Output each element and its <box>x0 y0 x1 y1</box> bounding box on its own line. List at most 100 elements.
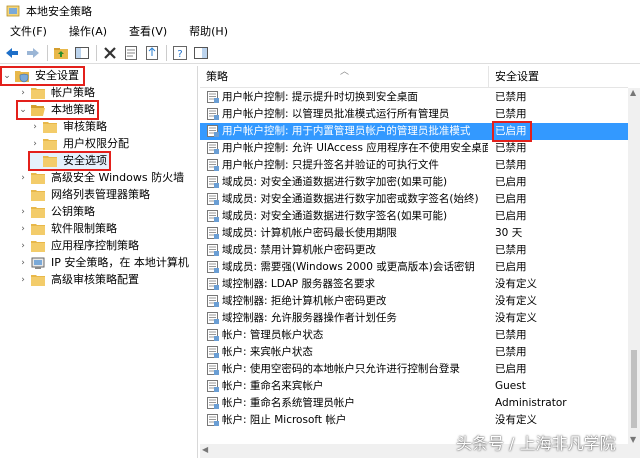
policy-icon <box>206 277 220 291</box>
table-row[interactable]: 用户帐户控制: 只提升签名并验证的可执行文件 已禁用 <box>200 157 628 174</box>
chevron-right-icon[interactable]: › <box>30 119 40 135</box>
chevron-right-icon[interactable]: › <box>30 136 40 152</box>
table-row[interactable]: 帐户: 重命名来宾帐户 Guest <box>200 378 628 395</box>
tree-item[interactable]: › 应用程序控制策略 <box>18 238 141 254</box>
table-row[interactable]: 帐户: 使用空密码的本地帐户只允许进行控制台登录 已启用 <box>200 361 628 378</box>
chevron-down-icon[interactable]: ⌄ <box>18 102 28 118</box>
security-setting-value: 已禁用 <box>495 142 527 154</box>
tree-item[interactable]: › 高级审核策略配置 <box>18 272 141 288</box>
scroll-up-icon[interactable]: ▲ <box>630 88 636 97</box>
table-row[interactable]: 域成员: 对安全通道数据进行数字加密(如果可能) 已启用 <box>200 174 628 191</box>
table-row[interactable]: 域成员: 对安全通道数据进行数字签名(如果可能) 已启用 <box>200 208 628 225</box>
table-row[interactable]: 域成员: 需要强(Windows 2000 或更高版本)会话密钥 已启用 <box>200 259 628 276</box>
policy-name: 帐户: 重命名来宾帐户 <box>222 380 324 392</box>
tree-item[interactable]: › 高级安全 Windows 防火墙 <box>18 170 186 186</box>
table-row[interactable]: 域控制器: 拒绝计算机帐户密码更改 没有定义 <box>200 293 628 310</box>
folder-up-icon <box>54 47 68 59</box>
tree-pane-icon <box>75 46 89 59</box>
security-setting-value: 已禁用 <box>495 159 527 171</box>
menu-view[interactable]: 查看(V) <box>123 22 173 42</box>
tree-item[interactable]: › IP 安全策略，在 本地计算机 <box>18 255 191 271</box>
tree-item[interactable]: › 用户权限分配 <box>30 136 131 152</box>
help-icon: ? <box>173 45 187 60</box>
table-row[interactable]: 用户帐户控制: 允许 UIAccess 应用程序在不使用安全桌面... 已禁用 <box>200 140 628 157</box>
policy-name: 域控制器: 拒绝计算机帐户密码更改 <box>222 295 387 307</box>
help-button[interactable]: ? <box>170 43 190 63</box>
chevron-right-icon[interactable]: › <box>18 272 28 288</box>
security-setting-value: 已禁用 <box>495 329 527 341</box>
tree-item[interactable]: › 软件限制策略 <box>18 221 119 237</box>
scroll-down-icon[interactable]: ▼ <box>630 435 636 444</box>
policy-icon <box>206 311 220 325</box>
tree-item[interactable]: › 公钥策略 <box>18 204 97 220</box>
security-setting-value: Guest <box>495 380 526 392</box>
policy-name: 域成员: 对安全通道数据进行数字加密(如果可能) <box>222 176 448 188</box>
tree-item[interactable]: › 帐户策略 <box>18 85 97 101</box>
tree-item[interactable]: ⌄ 安全设置 <box>0 66 85 86</box>
policy-icon <box>206 158 220 172</box>
table-row[interactable]: 域成员: 计算机帐户密码最长使用期限 30 天 <box>200 225 628 242</box>
table-row[interactable]: 域控制器: LDAP 服务器签名要求 没有定义 <box>200 276 628 293</box>
tree-item[interactable]: › 审核策略 <box>30 119 109 135</box>
policy-name: 域控制器: LDAP 服务器签名要求 <box>222 278 375 290</box>
tree-item-label: 高级安全 Windows 防火墙 <box>51 171 185 184</box>
policy-name: 域成员: 禁用计算机帐户密码更改 <box>222 244 376 256</box>
toolbar: ? <box>0 42 640 64</box>
back-button[interactable] <box>2 43 22 63</box>
chevron-down-icon[interactable]: ⌄ <box>2 68 12 84</box>
table-row[interactable]: 帐户: 来宾帐户状态 已禁用 <box>200 344 628 361</box>
policy-name: 用户帐户控制: 用于内置管理员帐户的管理员批准模式 <box>222 125 471 137</box>
column-header-security-setting[interactable]: 安全设置 <box>489 66 628 88</box>
show-tree-button[interactable] <box>72 43 92 63</box>
chevron-right-icon[interactable]: › <box>18 85 28 101</box>
export-list-button[interactable] <box>142 43 162 63</box>
menu-action[interactable]: 操作(A) <box>63 22 113 42</box>
table-row[interactable]: 域成员: 对安全通道数据进行数字加密或数字签名(始终) 已启用 <box>200 191 628 208</box>
tree-item-label: 审核策略 <box>63 120 107 133</box>
policy-icon <box>206 192 220 206</box>
tree-item[interactable]: 安全选项 <box>28 151 111 171</box>
tree-item-label: 安全选项 <box>63 154 107 167</box>
table-row[interactable]: 域成员: 禁用计算机帐户密码更改 已禁用 <box>200 242 628 259</box>
chevron-right-icon[interactable]: › <box>18 238 28 254</box>
menu-help[interactable]: 帮助(H) <box>183 22 234 42</box>
tree-item-label: 高级审核策略配置 <box>51 273 139 286</box>
tree-pane[interactable]: ⌄ 安全设置 › 帐户策略 ⌄ 本地策略 › 审核策略 › 用户权限分配 安全选项 › 高级安全 Win… <box>0 66 198 458</box>
delete-button[interactable] <box>100 43 120 63</box>
tree-item[interactable]: ⌄ 本地策略 <box>16 100 99 120</box>
arrow-right-icon <box>27 47 39 58</box>
policy-list-pane[interactable]: 策略 ︿ 安全设置 用户帐户控制: 提示提升时切换到安全桌面 已禁用 用户帐户控制:… <box>200 66 640 444</box>
chevron-right-icon[interactable]: › <box>18 221 28 237</box>
scroll-thumb[interactable] <box>631 350 637 428</box>
tree-item-label: IP 安全策略，在 本地计算机 <box>51 256 189 269</box>
table-row[interactable]: 用户帐户控制: 用于内置管理员帐户的管理员批准模式 已启用 <box>200 121 628 142</box>
scroll-left-icon[interactable]: ◀ <box>202 445 208 454</box>
properties-button[interactable] <box>121 43 141 63</box>
table-row[interactable]: 域控制器: 允许服务器操作者计划任务 没有定义 <box>200 310 628 327</box>
policy-icon <box>206 294 220 308</box>
up-level-button[interactable] <box>51 43 71 63</box>
policy-name: 帐户: 使用空密码的本地帐户只允许进行控制台登录 <box>222 363 460 375</box>
tree-item-label: 安全设置 <box>35 69 79 82</box>
table-row[interactable]: 帐户: 阻止 Microsoft 帐户 没有定义 <box>200 412 628 429</box>
chevron-right-icon[interactable]: › <box>18 170 28 186</box>
folder-icon <box>42 136 58 152</box>
folder-icon <box>30 204 46 220</box>
tree-item[interactable]: 网络列表管理器策略 <box>18 187 152 203</box>
menu-file[interactable]: 文件(F) <box>4 22 53 42</box>
table-row[interactable]: 帐户: 重命名系统管理员帐户 Administrator <box>200 395 628 412</box>
chevron-right-icon[interactable]: › <box>18 204 28 220</box>
chevron-right-icon[interactable]: › <box>18 255 28 271</box>
security-setting-value: 已启用 <box>495 193 527 205</box>
menu-bar: 文件(F) 操作(A) 查看(V) 帮助(H) <box>0 22 640 42</box>
table-row[interactable]: 帐户: 管理员帐户状态 已禁用 <box>200 327 628 344</box>
vertical-scrollbar[interactable]: ▲ ▼ <box>628 88 640 444</box>
forward-button[interactable] <box>23 43 43 63</box>
window-title: 本地安全策略 <box>26 5 92 18</box>
folder-icon <box>30 85 46 101</box>
security-setting-value: 已禁用 <box>495 108 527 120</box>
table-row[interactable]: 用户帐户控制: 以管理员批准模式运行所有管理员 已禁用 <box>200 106 628 123</box>
policy-icon <box>206 107 220 121</box>
table-row[interactable]: 用户帐户控制: 提示提升时切换到安全桌面 已禁用 <box>200 89 628 106</box>
show-action-pane-button[interactable] <box>191 43 211 63</box>
